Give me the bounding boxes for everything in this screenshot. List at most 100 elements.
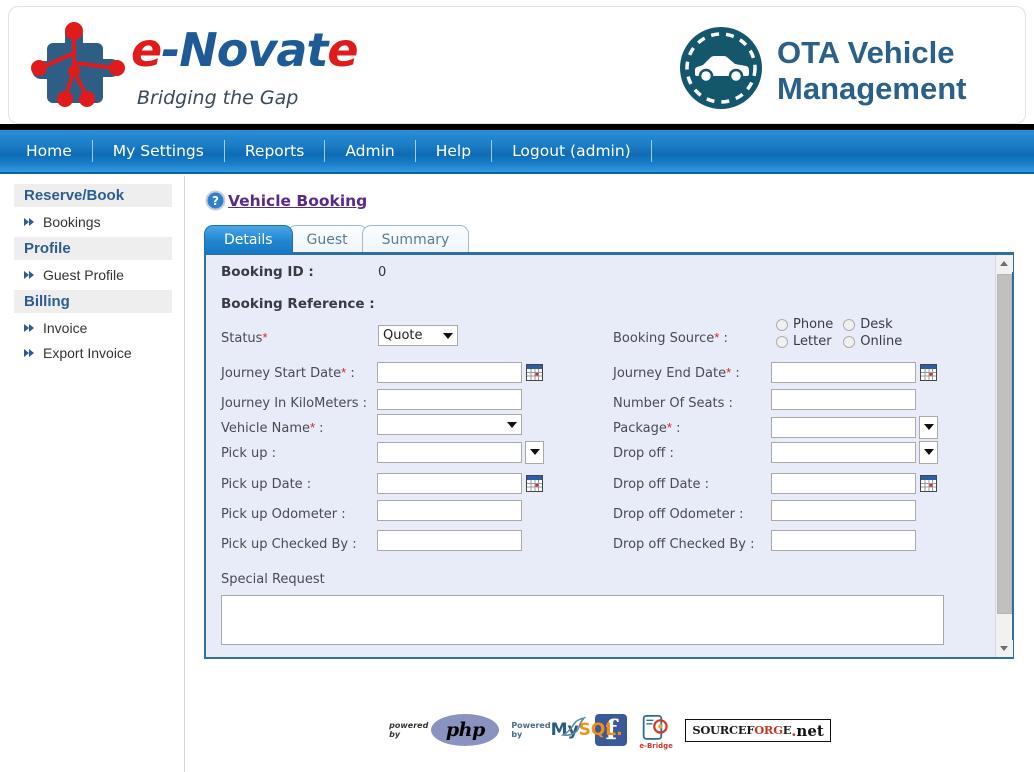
radio-desk[interactable]: Desk bbox=[843, 317, 902, 332]
calendar-icon[interactable] bbox=[526, 364, 543, 381]
package-dropdown-button[interactable] bbox=[919, 416, 938, 439]
chevron-down-icon bbox=[530, 449, 540, 455]
nav-item-logout[interactable]: Logout (admin) bbox=[492, 129, 651, 173]
sidebar-item-invoice[interactable]: Invoice bbox=[14, 318, 172, 338]
field-pick-up-date-label: Pick up Date : bbox=[221, 475, 311, 501]
sidebar-group-billing: Billing bbox=[14, 290, 172, 313]
nav-item-admin[interactable]: Admin bbox=[325, 129, 414, 173]
journey-end-date-input[interactable] bbox=[771, 362, 916, 383]
app-title-line1: OTA Vehicle bbox=[777, 35, 966, 71]
field-journey-end-date-label: Journey End Date* : bbox=[613, 364, 740, 390]
drop-off-dropdown-button[interactable] bbox=[919, 441, 938, 464]
drop-off-checked-by-label: Drop off Checked By : bbox=[613, 537, 754, 552]
package-control bbox=[771, 414, 938, 440]
question-mark-icon[interactable]: ? bbox=[205, 190, 226, 211]
calendar-icon[interactable] bbox=[526, 475, 543, 492]
vehicle-name-select[interactable] bbox=[377, 414, 522, 435]
radio-letter[interactable]: Letter bbox=[776, 334, 833, 349]
calendar-icon[interactable] bbox=[920, 364, 937, 381]
page-title[interactable]: Vehicle Booking bbox=[228, 192, 367, 210]
sidebar-item-label: Bookings bbox=[43, 214, 101, 230]
journey-in-kilometers-label: Journey In KiloMeters : bbox=[221, 396, 367, 411]
ebridge-badge: e-Bridge bbox=[639, 712, 673, 748]
status-select[interactable]: Quote bbox=[378, 325, 458, 346]
package-input[interactable] bbox=[771, 417, 916, 438]
pick-up-date-input[interactable] bbox=[377, 473, 522, 494]
sidebar-item-bookings[interactable]: Bookings bbox=[14, 212, 172, 232]
sidebar-item-guest-profile[interactable]: Guest Profile bbox=[14, 265, 172, 285]
booking-id-value: 0 bbox=[378, 265, 386, 280]
scroll-up-arrow-icon[interactable] bbox=[996, 255, 1013, 272]
radio-circle-icon bbox=[843, 336, 855, 348]
status-label: Status bbox=[221, 331, 262, 346]
chevron-down-icon bbox=[507, 422, 517, 428]
double-arrow-icon bbox=[24, 323, 36, 333]
pick-up-odometer-label: Pick up Odometer : bbox=[221, 507, 346, 522]
brand-lead-letter: e bbox=[131, 23, 161, 77]
special-request-textarea[interactable] bbox=[221, 595, 944, 645]
sidebar: Reserve/Book Bookings Profile Guest Prof… bbox=[0, 176, 185, 772]
double-arrow-icon bbox=[24, 348, 36, 358]
journey-start-date-label: Journey Start Date bbox=[221, 366, 341, 381]
application-root: e-Novate Bridging the Gap OTA Vehicle Ma… bbox=[0, 0, 1034, 772]
pick-up-checked-by-input[interactable] bbox=[377, 530, 522, 551]
drop-off-odometer-input[interactable] bbox=[771, 500, 916, 521]
journey-end-date-label: Journey End Date bbox=[613, 366, 726, 381]
seats-control bbox=[771, 389, 916, 415]
drop-off-date-control bbox=[771, 470, 937, 496]
nav-item-reports[interactable]: Reports bbox=[225, 129, 324, 173]
drop-off-input[interactable] bbox=[771, 442, 916, 463]
sidebar-item-export-invoice[interactable]: Export Invoice bbox=[14, 343, 172, 363]
number-of-seats-input[interactable] bbox=[771, 389, 916, 410]
calendar-icon[interactable] bbox=[920, 475, 937, 492]
drop-off-date-input[interactable] bbox=[771, 473, 916, 494]
booking-source-radios: Phone Desk Letter bbox=[776, 317, 902, 357]
journey-start-date-input[interactable] bbox=[377, 362, 522, 383]
puzzle-logo-icon bbox=[29, 21, 129, 113]
dolphin-icon bbox=[561, 715, 587, 741]
journey-km-control bbox=[377, 389, 522, 415]
pick-up-odometer-input[interactable] bbox=[377, 500, 522, 521]
drop-off-date-label: Drop off Date : bbox=[613, 477, 709, 492]
field-journey-km-label: Journey In KiloMeters : bbox=[221, 394, 367, 420]
pick-up-label: Pick up : bbox=[221, 446, 276, 461]
booking-source-label: Booking Source bbox=[613, 331, 714, 346]
field-drop-off-checked-by-label: Drop off Checked By : bbox=[613, 535, 754, 561]
sidebar-item-label: Invoice bbox=[43, 320, 87, 336]
ebridge-icon bbox=[639, 715, 673, 745]
radio-online[interactable]: Online bbox=[843, 334, 902, 349]
package-label: Package bbox=[613, 421, 667, 436]
tab-details[interactable]: Details bbox=[204, 225, 293, 254]
page-title-row: ? Vehicle Booking bbox=[205, 190, 367, 211]
app-title-line2: Management bbox=[777, 71, 966, 107]
scrollbar-thumb[interactable] bbox=[997, 274, 1012, 614]
drop-off-checked-by-input[interactable] bbox=[771, 530, 916, 551]
ebridge-label: e-Bridge bbox=[639, 742, 673, 750]
panel-scrollbar[interactable] bbox=[995, 255, 1012, 657]
scroll-down-arrow-icon[interactable] bbox=[996, 640, 1013, 657]
brand-wordmark: e-Novate bbox=[131, 23, 358, 77]
nav-separator bbox=[415, 140, 416, 162]
journey-in-kilometers-input[interactable] bbox=[377, 389, 522, 410]
app-title: OTA Vehicle Management bbox=[777, 35, 966, 107]
tab-summary[interactable]: Summary bbox=[362, 225, 470, 254]
vehicle-circle-icon bbox=[679, 26, 763, 110]
field-booking-reference: Booking Reference : bbox=[221, 295, 375, 321]
field-vehicle-name-label: Vehicle Name* : bbox=[221, 419, 324, 445]
sourceforge-top-text: SOURCEFORGE bbox=[692, 725, 791, 737]
booking-source-colon: : bbox=[719, 331, 728, 346]
package-colon: : bbox=[672, 421, 681, 436]
php-word: php bbox=[446, 719, 485, 741]
app-branding: OTA Vehicle Management bbox=[674, 17, 1024, 117]
nav-item-my-settings[interactable]: My Settings bbox=[93, 129, 224, 173]
pick-up-input[interactable] bbox=[377, 442, 522, 463]
php-powered-line2: by bbox=[389, 730, 428, 739]
main-content: ? Vehicle Booking Details Guest Summary … bbox=[186, 176, 1034, 772]
nav-item-help[interactable]: Help bbox=[416, 129, 491, 173]
pick-up-dropdown-button[interactable] bbox=[525, 441, 544, 464]
sidebar-group-profile: Profile bbox=[14, 237, 172, 260]
special-request-label: Special Request bbox=[221, 572, 325, 587]
radio-phone[interactable]: Phone bbox=[776, 317, 833, 332]
nav-item-home[interactable]: Home bbox=[0, 129, 92, 173]
tab-guest[interactable]: Guest bbox=[287, 225, 368, 254]
